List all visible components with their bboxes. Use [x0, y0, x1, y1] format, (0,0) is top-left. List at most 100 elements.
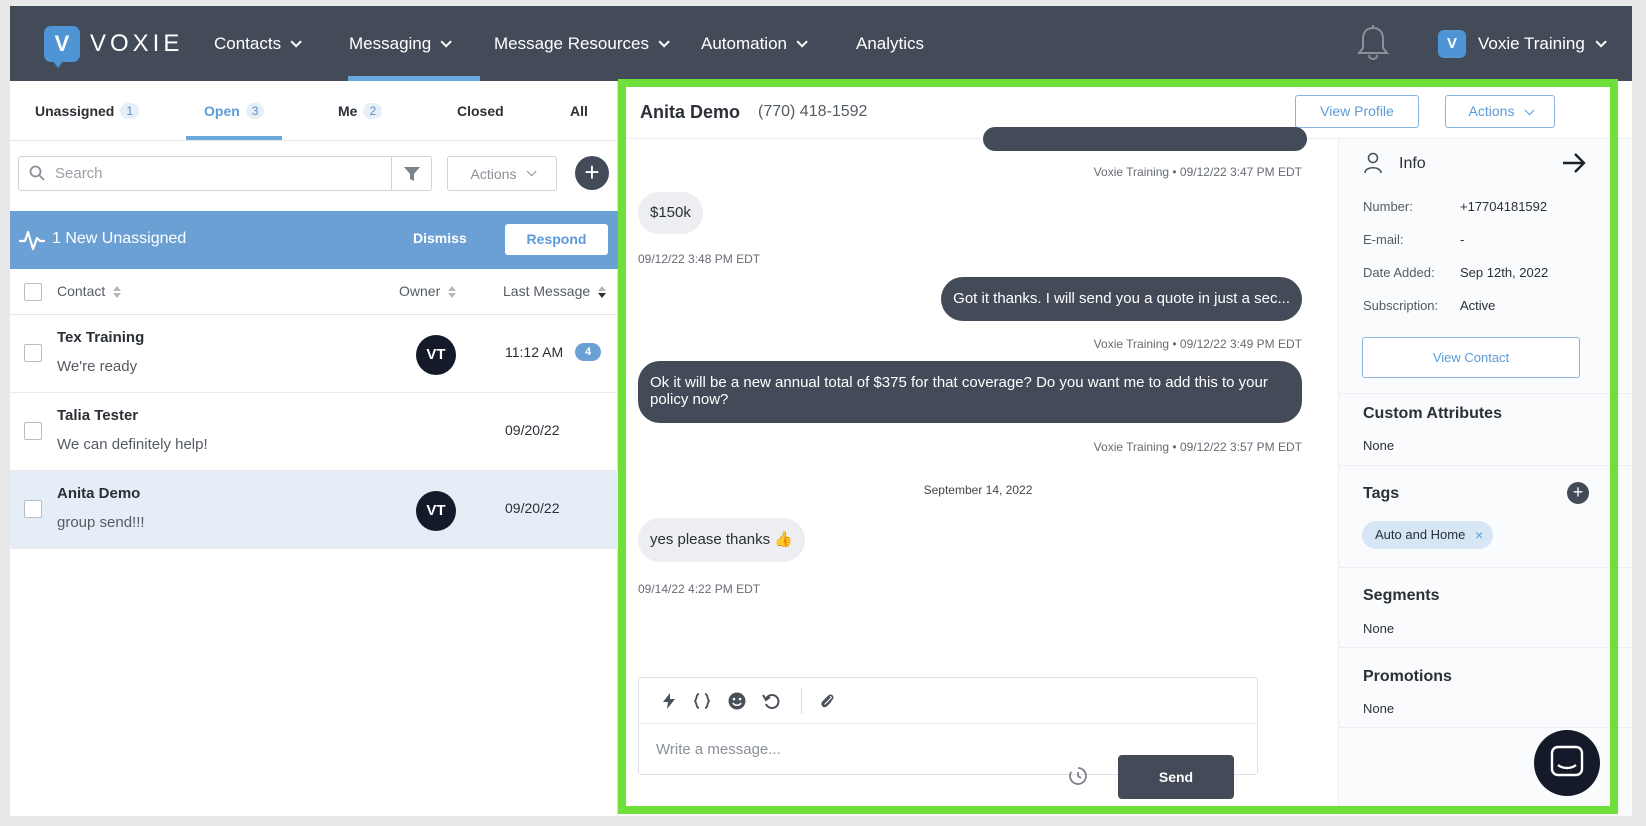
nav-analytics-label: Analytics	[856, 33, 925, 53]
undo-icon[interactable]	[761, 691, 781, 711]
contact-name: Talia Tester	[57, 407, 139, 424]
add-tag-button[interactable]: +	[1567, 482, 1589, 504]
filter-button[interactable]	[391, 157, 431, 190]
sort-desc-icon	[598, 286, 607, 299]
message-preview: We're ready	[57, 358, 138, 375]
message-meta: Voxie Training • 09/12/22 3:47 PM EDT	[1093, 165, 1302, 179]
message-thread: Voxie Training • 09/12/22 3:47 PM EDT $1…	[618, 127, 1338, 816]
respond-button[interactable]: Respond	[505, 224, 608, 255]
remove-tag-icon[interactable]: ×	[1475, 521, 1483, 549]
message-preview: group send!!!	[57, 514, 145, 531]
braces-icon[interactable]	[692, 691, 712, 711]
info-label: Date Added:	[1363, 265, 1435, 280]
new-unassigned-banner: 1 New Unassigned Dismiss Respond	[10, 211, 618, 269]
logo-mark-icon: V	[44, 26, 80, 68]
owner-avatar: VT	[416, 335, 456, 375]
incoming-message-bubble: yes please thanks 👍	[638, 518, 805, 562]
emoji-icon[interactable]	[727, 691, 747, 711]
chevron-down-icon	[290, 35, 302, 48]
nav-message-resources[interactable]: Message Resources	[494, 6, 670, 81]
paperclip-icon[interactable]	[817, 691, 837, 711]
top-navigation: V VOXIE Contacts Messaging Message Resou…	[10, 6, 1632, 81]
conversation-pane: Anita Demo (770) 418-1592 View Profile A…	[618, 81, 1632, 816]
banner-text: 1 New Unassigned	[52, 230, 187, 247]
lightning-icon[interactable]	[659, 691, 679, 711]
tab-count-badge: 2	[363, 103, 383, 119]
account-menu[interactable]: V Voxie Training	[1438, 6, 1607, 81]
filter-icon	[403, 166, 420, 181]
section-divider	[1339, 393, 1632, 394]
tag-label: Auto and Home	[1375, 527, 1466, 542]
outgoing-message-bubble: Ok it will be a new annual total of $375…	[638, 361, 1302, 423]
tab-open[interactable]: Open 3	[204, 81, 265, 141]
table-row-selected[interactable]: Anita Demo group send!!! VT 09/20/22	[10, 471, 618, 549]
unread-count-badge: 4	[575, 343, 601, 361]
schedule-icon[interactable]	[1067, 765, 1089, 787]
tab-all[interactable]: All	[570, 81, 588, 141]
nav-automation[interactable]: Automation	[701, 6, 808, 81]
info-label: Number:	[1363, 199, 1413, 214]
tab-all-label: All	[570, 103, 588, 119]
chevron-down-icon	[1595, 35, 1607, 48]
tags-title: Tags	[1363, 485, 1400, 502]
new-conversation-button[interactable]: +	[575, 156, 609, 190]
row-checkbox[interactable]	[24, 422, 42, 440]
tab-count-badge: 3	[245, 103, 265, 119]
search-input[interactable]	[55, 157, 375, 190]
nav-analytics[interactable]: Analytics	[856, 6, 924, 81]
promotions-title: Promotions	[1363, 668, 1452, 685]
tab-unassigned[interactable]: Unassigned 1	[35, 81, 140, 141]
message-meta: 09/12/22 3:48 PM EDT	[638, 252, 761, 266]
table-row[interactable]: Talia Tester We can definitely help! 09/…	[10, 393, 618, 471]
inbox-panel: Unassigned 1 Open 3 Me 2 Closed All Actions…	[10, 81, 618, 816]
segments-value: None	[1363, 621, 1395, 636]
conversation-actions-button[interactable]: Actions	[1445, 95, 1555, 128]
incoming-message-bubble: $150k	[638, 192, 703, 234]
info-header: Info	[1339, 139, 1632, 189]
chevron-down-icon	[1525, 105, 1536, 116]
nav-contacts[interactable]: Contacts	[214, 6, 302, 81]
last-message-time: 09/20/22	[505, 500, 560, 516]
logo-mark-letter: V	[54, 31, 70, 56]
nav-messaging[interactable]: Messaging	[349, 6, 452, 81]
conversation-phone: (770) 418-1592	[758, 103, 868, 120]
tab-closed[interactable]: Closed	[457, 81, 504, 141]
account-logo-icon: V	[1438, 29, 1466, 58]
nav-automation-label: Automation	[701, 33, 787, 53]
column-contact[interactable]: Contact	[57, 283, 122, 299]
select-all-checkbox[interactable]	[24, 283, 42, 301]
activity-icon	[19, 230, 45, 251]
support-chat-launcher[interactable]	[1534, 730, 1600, 796]
dismiss-button[interactable]: Dismiss	[413, 230, 467, 246]
contact-name: Anita Demo	[57, 485, 141, 502]
person-icon	[1364, 152, 1382, 174]
column-last-message-label: Last Message	[503, 283, 591, 299]
voxie-logo[interactable]: V VOXIE	[44, 26, 183, 68]
section-divider	[1339, 465, 1632, 466]
account-name: Voxie Training	[1478, 33, 1585, 53]
search-bar	[18, 156, 432, 191]
outgoing-message-bubble	[983, 127, 1307, 151]
send-button[interactable]: Send	[1118, 755, 1234, 799]
custom-attributes-value: None	[1363, 438, 1395, 453]
view-profile-button[interactable]: View Profile	[1295, 95, 1419, 128]
row-checkbox[interactable]	[24, 500, 42, 518]
inbox-actions-dropdown[interactable]: Actions	[447, 156, 557, 191]
column-last-message[interactable]: Last Message	[503, 283, 607, 299]
info-title: Info	[1399, 155, 1426, 172]
tab-unassigned-label: Unassigned	[35, 103, 115, 119]
last-message-time: 11:12 AM	[505, 344, 564, 360]
promotions-value: None	[1363, 701, 1395, 716]
column-owner[interactable]: Owner	[399, 283, 457, 299]
owner-avatar: VT	[416, 491, 456, 531]
info-label: Subscription:	[1363, 298, 1439, 313]
arrow-right-icon[interactable]	[1561, 151, 1587, 175]
row-checkbox[interactable]	[24, 344, 42, 362]
conversation-actions-label: Actions	[1468, 103, 1515, 119]
view-contact-button[interactable]: View Contact	[1362, 337, 1580, 378]
table-row[interactable]: Tex Training We're ready VT 11:12 AM 4	[10, 315, 618, 393]
bell-icon[interactable]	[1355, 24, 1391, 62]
segments-title: Segments	[1363, 587, 1440, 604]
message-meta: 09/14/22 4:22 PM EDT	[638, 582, 761, 596]
tab-me[interactable]: Me 2	[338, 81, 383, 141]
